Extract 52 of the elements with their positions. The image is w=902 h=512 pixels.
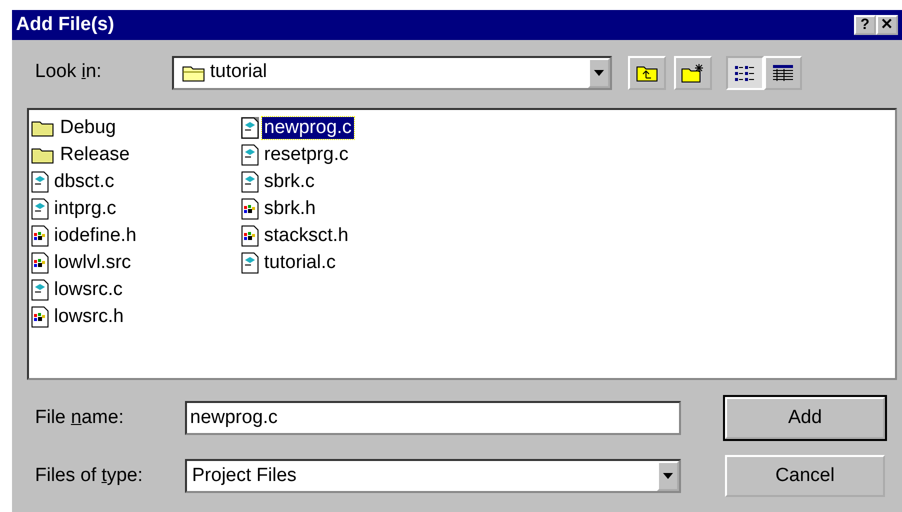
file-item[interactable]: dbsct.c	[52, 170, 116, 192]
document-icon	[241, 116, 259, 138]
list-view-icon	[734, 64, 756, 82]
file-item[interactable]: resetprg.c	[262, 144, 350, 166]
file-item[interactable]: stacksct.h	[262, 224, 350, 246]
document-icon	[241, 224, 259, 246]
up-folder-icon	[636, 64, 658, 82]
file-item[interactable]: sbrk.c	[262, 170, 317, 192]
window-title: Add File(s)	[16, 12, 116, 37]
caret-icon	[594, 70, 604, 76]
file-item[interactable]: lowsrc.h	[52, 306, 126, 328]
new-folder-icon	[681, 62, 705, 82]
document-icon	[241, 170, 259, 192]
file-item[interactable]: Debug	[58, 116, 118, 138]
document-icon	[31, 170, 49, 192]
folder-icon	[31, 118, 55, 136]
file-item[interactable]: iodefine.h	[52, 224, 138, 246]
file-item[interactable]: intprg.c	[52, 198, 118, 220]
folder-icon	[31, 146, 55, 164]
file-type-value: Project Files	[192, 464, 297, 488]
file-type-label: Files of type:	[35, 464, 144, 488]
file-item[interactable]: lowlvl.src	[52, 252, 134, 274]
file-name-label: File name:	[35, 406, 125, 430]
details-view-icon	[772, 64, 794, 82]
folder-icon	[182, 64, 206, 82]
document-icon	[241, 252, 259, 274]
file-item[interactable]: newprog.c	[262, 116, 354, 138]
close-button[interactable]: ✕	[876, 15, 898, 35]
new-folder-button[interactable]	[674, 56, 712, 90]
document-icon	[241, 144, 259, 166]
document-icon	[31, 278, 49, 300]
document-icon	[31, 198, 49, 220]
cancel-button[interactable]: Cancel	[725, 455, 885, 497]
file-item[interactable]: tutorial.c	[262, 252, 338, 274]
document-icon	[241, 198, 259, 220]
look-in-label: Look in:	[35, 60, 103, 84]
look-in-value: tutorial	[210, 60, 268, 84]
file-item[interactable]: Release	[58, 144, 132, 166]
list-view-button[interactable]	[726, 56, 764, 90]
look-in-dropdown[interactable]: tutorial	[172, 56, 612, 90]
up-folder-button[interactable]	[628, 56, 666, 90]
details-view-button[interactable]	[764, 56, 802, 90]
file-item[interactable]: lowsrc.c	[52, 278, 125, 300]
document-icon	[31, 306, 49, 328]
help-button[interactable]: ?	[854, 15, 876, 35]
file-item[interactable]: sbrk.h	[262, 198, 318, 220]
file-name-field[interactable]: newprog.c	[185, 401, 681, 435]
file-type-dropdown[interactable]: Project Files	[185, 459, 681, 493]
document-icon	[31, 252, 49, 274]
document-icon	[31, 224, 49, 246]
add-button[interactable]: Add	[725, 397, 885, 439]
caret-icon	[663, 473, 673, 479]
